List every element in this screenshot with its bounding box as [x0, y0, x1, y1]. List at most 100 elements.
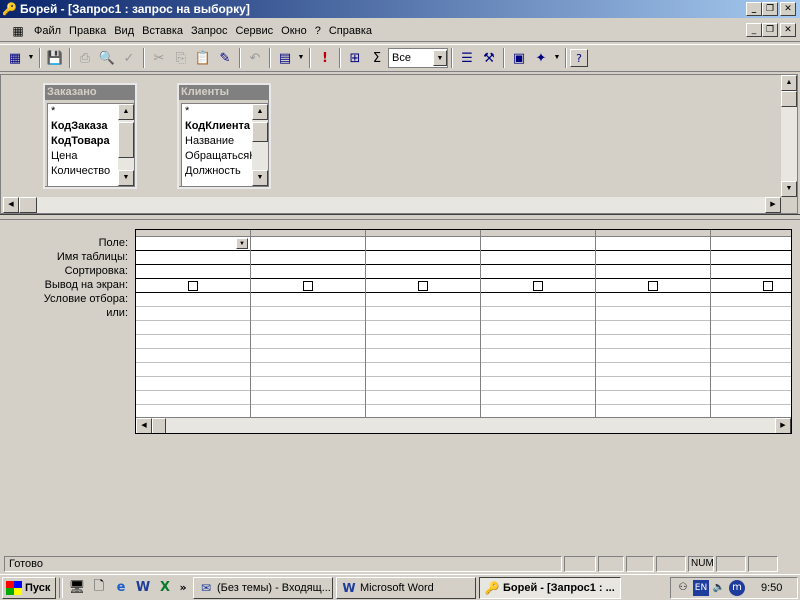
menu-question[interactable]: ? — [311, 25, 325, 37]
view-icon[interactable]: ▦ — [4, 47, 26, 69]
field-cell[interactable] — [251, 237, 365, 251]
menu-tools[interactable]: Сервис — [231, 25, 277, 37]
run-icon[interactable]: ! — [314, 47, 336, 69]
show-cell[interactable] — [136, 279, 250, 293]
scroll-thumb[interactable] — [152, 418, 166, 433]
criteria-cell[interactable] — [711, 293, 791, 307]
table-cell[interactable] — [251, 251, 365, 265]
criteria-extra-cell[interactable] — [711, 335, 791, 349]
criteria-cell[interactable] — [251, 293, 365, 307]
criteria-extra-cell[interactable] — [481, 377, 595, 391]
table-title[interactable]: Заказано — [45, 85, 135, 100]
start-button[interactable]: Пуск — [2, 576, 56, 599]
notepad-icon[interactable]: 🗋 — [88, 577, 110, 599]
grid-hscrollbar[interactable]: ◀ ▶ — [136, 417, 791, 433]
column-selector[interactable] — [136, 230, 250, 237]
criteria-extra-cell[interactable] — [136, 321, 250, 335]
task-button-word[interactable]: W Microsoft Word — [336, 576, 476, 599]
database-window-icon[interactable]: ▣ — [508, 47, 530, 69]
table-cell[interactable] — [711, 251, 791, 265]
show-cell[interactable] — [596, 279, 710, 293]
sort-cell[interactable] — [481, 265, 595, 279]
copy-icon[interactable]: ⎘ — [170, 47, 192, 69]
criteria-extra-cell[interactable] — [136, 377, 250, 391]
criteria-extra-cell[interactable] — [711, 377, 791, 391]
criteria-extra-cell[interactable] — [596, 377, 710, 391]
spelling-icon[interactable]: ✓ — [118, 47, 140, 69]
restore-button[interactable]: ❐ — [762, 2, 778, 16]
or-cell[interactable] — [481, 307, 595, 321]
scroll-thumb[interactable] — [252, 122, 268, 142]
scroll-thumb[interactable] — [781, 91, 797, 107]
scroll-right-button[interactable]: ▶ — [775, 418, 791, 433]
or-cell[interactable] — [711, 307, 791, 321]
criteria-extra-cell[interactable] — [366, 349, 480, 363]
doc-close-button[interactable]: ✕ — [780, 23, 796, 37]
or-cell[interactable] — [136, 307, 250, 321]
word-icon[interactable]: W — [132, 577, 154, 599]
criteria-extra-cell[interactable] — [251, 335, 365, 349]
scroll-down-button[interactable]: ▼ — [781, 181, 797, 197]
view-dropdown-arrow[interactable]: ▼ — [26, 47, 36, 69]
or-cell[interactable] — [366, 307, 480, 321]
criteria-extra-cell[interactable] — [596, 349, 710, 363]
column-selector[interactable] — [251, 230, 365, 237]
criteria-extra-cell[interactable] — [711, 391, 791, 405]
sort-cell[interactable] — [596, 265, 710, 279]
column-selector[interactable] — [366, 230, 480, 237]
criteria-extra-cell[interactable] — [251, 363, 365, 377]
field-cell[interactable] — [711, 237, 791, 251]
show-checkbox[interactable] — [533, 281, 543, 291]
criteria-extra-cell[interactable] — [251, 391, 365, 405]
scroll-left-button[interactable]: ◀ — [3, 197, 19, 213]
criteria-extra-cell[interactable] — [596, 321, 710, 335]
criteria-extra-cell[interactable] — [136, 349, 250, 363]
menu-file[interactable]: Файл — [30, 25, 65, 37]
internet-explorer-icon[interactable]: e — [110, 577, 132, 599]
criteria-cell[interactable] — [366, 293, 480, 307]
menu-view[interactable]: Вид — [110, 25, 138, 37]
table-orders-details[interactable]: Заказано * КодЗаказа КодТовара Цена Коли… — [43, 83, 137, 189]
top-values-dropdown-arrow[interactable]: ▼ — [433, 50, 447, 66]
criteria-extra-cell[interactable] — [251, 349, 365, 363]
criteria-extra-cell[interactable] — [366, 391, 480, 405]
upper-pane-hscrollbar[interactable]: ◀ ▶ — [3, 197, 781, 213]
new-object-icon[interactable]: ✦ — [530, 47, 552, 69]
menu-edit[interactable]: Правка — [65, 25, 110, 37]
task-button-borey[interactable]: 🔑 Борей - [Запрос1 : ... — [479, 576, 621, 599]
column-selector[interactable] — [596, 230, 710, 237]
close-button[interactable]: ✕ — [780, 2, 796, 16]
criteria-extra-cell[interactable] — [136, 335, 250, 349]
table-cell[interactable] — [481, 251, 595, 265]
show-checkbox[interactable] — [188, 281, 198, 291]
criteria-extra-cell[interactable] — [251, 321, 365, 335]
print-icon[interactable]: ⎙ — [74, 47, 96, 69]
print-preview-icon[interactable]: 🔍 — [96, 47, 118, 69]
show-checkbox[interactable] — [303, 281, 313, 291]
network-icon[interactable]: ⚇ — [675, 580, 691, 596]
save-icon[interactable]: 💾 — [44, 47, 66, 69]
field-list-scrollbar[interactable]: ▲ ▼ — [118, 104, 134, 186]
task-button-mail[interactable]: ✉ (Без темы) - Входящ... — [193, 576, 333, 599]
show-checkbox[interactable] — [648, 281, 658, 291]
scroll-down-button[interactable]: ▼ — [252, 170, 268, 186]
field-dropdown-arrow[interactable]: ▼ — [236, 238, 248, 249]
clock[interactable]: 9:50 — [761, 582, 782, 594]
or-cell[interactable] — [596, 307, 710, 321]
new-object-dropdown-arrow[interactable]: ▼ — [552, 47, 562, 69]
query-doc-icon[interactable]: ▦ — [10, 23, 26, 39]
table-title[interactable]: Клиенты — [179, 85, 269, 100]
criteria-extra-cell[interactable] — [596, 335, 710, 349]
scroll-thumb[interactable] — [19, 197, 37, 213]
properties-icon[interactable]: ☰ — [456, 47, 478, 69]
show-cell[interactable] — [481, 279, 595, 293]
criteria-extra-cell[interactable] — [481, 363, 595, 377]
field-cell[interactable]: ▼ — [136, 237, 250, 251]
criteria-extra-cell[interactable] — [481, 391, 595, 405]
field-cell[interactable] — [596, 237, 710, 251]
query-type-dropdown-arrow[interactable]: ▼ — [296, 47, 306, 69]
scroll-down-button[interactable]: ▼ — [118, 170, 134, 186]
undo-icon[interactable]: ↶ — [244, 47, 266, 69]
scroll-up-button[interactable]: ▲ — [781, 75, 797, 91]
criteria-extra-cell[interactable] — [481, 321, 595, 335]
